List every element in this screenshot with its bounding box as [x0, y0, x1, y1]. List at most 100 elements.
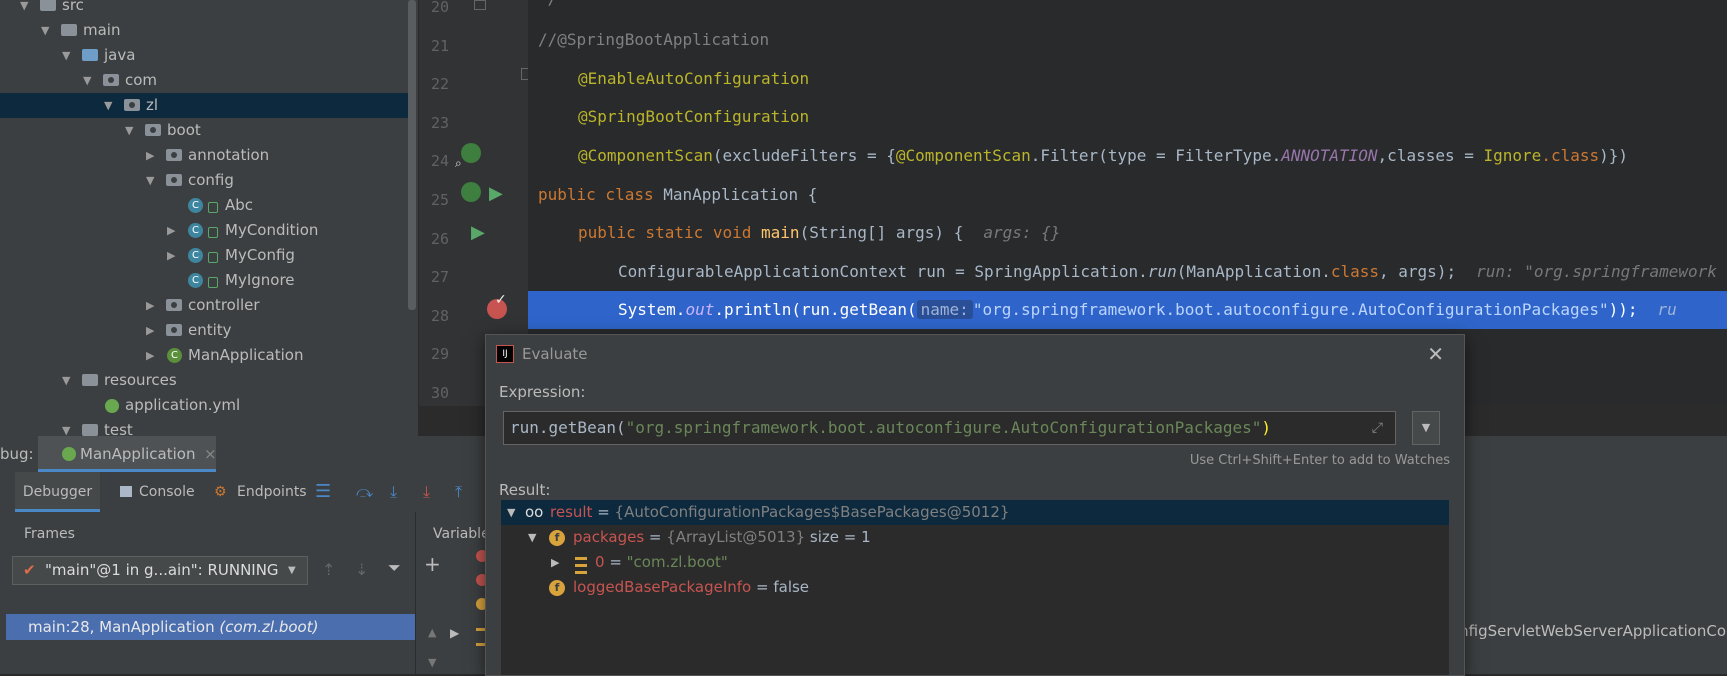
line-number: 23	[430, 113, 449, 132]
class-icon: C	[188, 198, 203, 213]
step-into-icon[interactable]: ⤓	[390, 472, 397, 512]
expand-arrow-icon[interactable]: ▶	[551, 550, 559, 575]
collapse-arrow-icon[interactable]: ▼	[62, 43, 70, 68]
thread-select[interactable]: ✔ "main"@1 in g...ain": RUNNING ▼	[12, 556, 308, 585]
param-hint: name:	[916, 300, 973, 319]
expand-arrow-icon[interactable]: ▶	[167, 243, 175, 268]
debug-label: bug:	[0, 445, 34, 463]
lock-icon	[208, 227, 218, 238]
run-icon[interactable]: ▶	[471, 222, 485, 243]
tree-item[interactable]: ▶ entity	[0, 318, 410, 343]
tree-item[interactable]: ▼ zl	[0, 93, 410, 118]
tree-item[interactable]: ▼ test	[0, 418, 410, 436]
tree-item[interactable]: ▼ main	[0, 18, 410, 43]
tree-item[interactable]: ▼ resources	[0, 368, 410, 393]
expand-arrow-icon[interactable]: ▶	[146, 318, 154, 343]
collapse-arrow-icon[interactable]: ▼	[62, 368, 70, 393]
search-icon[interactable]: ⌕	[455, 156, 462, 171]
tree-item[interactable]: ▼ com	[0, 68, 410, 93]
session-tab[interactable]: ManApplication ×	[38, 436, 217, 472]
fold-icon[interactable]	[474, 0, 486, 10]
tree-item[interactable]: ▼ java	[0, 43, 410, 68]
tree-item-label: main	[83, 21, 121, 39]
tab-endpoints[interactable]: Endpoints	[237, 472, 307, 512]
close-icon[interactable]: ×	[204, 436, 217, 472]
down-arrow-icon[interactable]: ⇣	[355, 560, 368, 579]
close-icon[interactable]: ✕	[1427, 335, 1444, 373]
collapse-arrow-icon[interactable]: ▼	[20, 0, 28, 18]
filter-icon[interactable]: ⏷	[388, 558, 401, 578]
expand-arrow-icon[interactable]: ▶	[146, 143, 154, 168]
collapse-arrow-icon[interactable]: ▼	[125, 118, 133, 143]
expand-arrow-icon[interactable]: ▶	[146, 343, 154, 368]
menu-icon[interactable]: ☰	[315, 472, 331, 512]
result-tree: ▼ oo result = {AutoConfigurationPackages…	[501, 500, 1449, 675]
watches-hint: Use Ctrl+Shift+Enter to add to Watches	[1189, 453, 1450, 468]
collapse-arrow-icon[interactable]: ▼	[62, 418, 70, 436]
class-icon: C	[167, 348, 182, 363]
tab-debugger[interactable]: Debugger	[15, 472, 100, 512]
collapse-arrow-icon[interactable]: ▼	[507, 500, 515, 525]
force-step-into-icon[interactable]: ⤓	[423, 472, 430, 512]
console-icon	[120, 486, 132, 497]
expand-arrow-icon[interactable]: ▶	[146, 293, 154, 318]
expand-arrow-icon[interactable]: ▶	[167, 218, 175, 243]
line-number: 22	[430, 75, 449, 94]
tree-item[interactable]: ▶ annotation	[0, 143, 410, 168]
down-icon[interactable]: ▼	[428, 656, 436, 669]
variable-value-partial: onfigServletWebServerApplicationCo	[1450, 622, 1727, 640]
tree-item-label: src	[62, 0, 84, 14]
line-number: 30	[430, 384, 449, 402]
up-arrow-icon[interactable]: ⇡	[322, 560, 335, 579]
tree-item[interactable]: ▼ boot	[0, 118, 410, 143]
history-dropdown[interactable]: ▼	[1412, 411, 1440, 445]
collapse-arrow-icon[interactable]: ▼	[146, 168, 154, 193]
dialog-title: Evaluate	[522, 345, 588, 363]
lock-icon	[208, 277, 218, 288]
packages-row[interactable]: ▼ f packages = {ArrayList@5013} size = 1	[501, 525, 1449, 550]
tree-item[interactable]: ▶ C MyConfig	[0, 243, 410, 268]
collapse-arrow-icon[interactable]: ▼	[104, 93, 112, 118]
collapse-arrow-icon[interactable]: ▼	[41, 18, 49, 43]
folder-icon	[40, 0, 56, 11]
expand-icon[interactable]: ⤢	[1372, 412, 1383, 444]
tree-item-label: controller	[188, 296, 260, 314]
tree-item[interactable]: ▶ controller	[0, 293, 410, 318]
check-icon: ✔	[23, 561, 36, 579]
collapse-arrow-icon[interactable]: ▼	[528, 525, 536, 550]
bean-icon[interactable]	[461, 143, 481, 163]
run-icon[interactable]: ▶	[489, 183, 503, 204]
tree-item[interactable]: ▼ config	[0, 168, 410, 193]
collapse-arrow-icon[interactable]: ▼	[83, 68, 91, 93]
line-number: 25	[430, 191, 449, 209]
tree-item-label: test	[104, 421, 133, 436]
tree-item-label: MyConfig	[225, 246, 295, 264]
up-icon[interactable]: ▲	[428, 626, 436, 639]
tree-item[interactable]: ▶ C MyCondition	[0, 218, 410, 243]
tree-item[interactable]: application.yml	[0, 393, 410, 418]
expression-input[interactable]: run.getBean("org.springframework.boot.au…	[503, 411, 1396, 445]
line-number: 21	[430, 36, 449, 55]
lock-icon	[208, 202, 218, 213]
tree-scrollbar[interactable]	[408, 0, 416, 310]
tree-item-label: MyIgnore	[225, 271, 295, 289]
dialog-titlebar[interactable]: IJ Evaluate ✕	[486, 335, 1464, 373]
add-watch-icon[interactable]: +	[424, 552, 441, 576]
tab-console[interactable]: Console	[139, 472, 195, 512]
tree-item[interactable]: ▼ src	[0, 0, 410, 18]
tree-item[interactable]: ▶ C ManApplication	[0, 343, 410, 368]
step-over-icon[interactable]: ⤼	[356, 472, 373, 512]
folder-icon	[82, 424, 98, 436]
tree-item[interactable]: C MyIgnore	[0, 268, 410, 293]
bean-icon[interactable]	[461, 182, 481, 202]
frame-row-selected[interactable]: main:28, ManApplication (com.zl.boot)	[6, 614, 415, 640]
folder-icon	[82, 374, 98, 386]
logged-row[interactable]: f loggedBasePackageInfo = false	[501, 575, 1449, 600]
code-line-23: @SpringBootConfiguration	[578, 107, 810, 126]
tree-item[interactable]: C Abc	[0, 193, 410, 218]
list-item-row[interactable]: ▶ 0 = "com.zl.boot"	[501, 550, 1449, 575]
line-number: 28	[430, 306, 449, 325]
expand-arrow-icon[interactable]: ▶	[450, 626, 459, 640]
step-out-icon[interactable]: ⤒	[455, 472, 462, 512]
result-row[interactable]: ▼ oo result = {AutoConfigurationPackages…	[501, 500, 1449, 525]
